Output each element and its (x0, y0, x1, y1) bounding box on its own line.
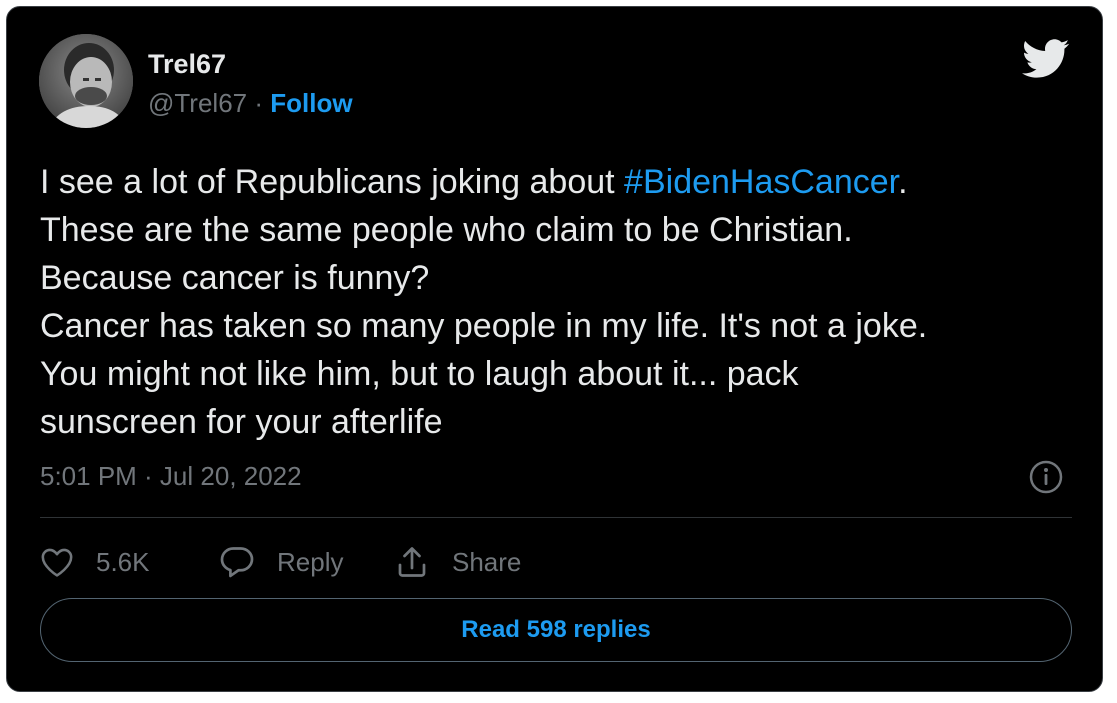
author-handle[interactable]: @Trel67 (148, 88, 247, 118)
tweet-line-1: I see a lot of Republicans joking about … (40, 158, 1090, 206)
info-icon[interactable] (1028, 459, 1064, 495)
tweet-card: Trel67 @Trel67 · Follow I see a lot of R… (6, 6, 1103, 692)
tweet-timestamp[interactable]: 5:01 PM · Jul 20, 2022 (40, 461, 302, 492)
share-label: Share (452, 546, 522, 577)
tweet-text-segment: . (898, 163, 908, 201)
tweet-line-3: Because cancer is funny? (40, 259, 430, 297)
tweet-text: I see a lot of Republicans joking about … (40, 158, 1090, 446)
like-button[interactable]: 5.6K (40, 540, 150, 584)
tweet-line-4: Cancer has taken so many people in my li… (40, 307, 928, 345)
hashtag-link[interactable]: #BidenHasCancer (624, 163, 898, 201)
read-replies-button[interactable]: Read 598 replies (40, 598, 1072, 662)
author-handle-row: @Trel67 · Follow (148, 88, 353, 119)
handle-separator: · (254, 88, 264, 118)
share-button[interactable]: Share (394, 540, 521, 584)
author-name[interactable]: Trel67 (148, 49, 226, 80)
tweet-text-segment: I see a lot of Republicans joking about (40, 163, 625, 201)
heart-icon (40, 546, 74, 578)
reply-button[interactable]: Reply (219, 540, 343, 584)
tweet-line-2: These are the same people who claim to b… (40, 211, 853, 249)
twitter-bird-icon[interactable] (1022, 39, 1070, 79)
divider (40, 517, 1072, 518)
share-icon (394, 544, 430, 580)
like-count: 5.6K (96, 546, 150, 577)
follow-button[interactable]: Follow (270, 88, 352, 118)
tweet-line-6: sunscreen for your afterlife (40, 403, 443, 441)
avatar[interactable] (39, 34, 133, 128)
tweet-line-5: You might not like him, but to laugh abo… (40, 355, 799, 393)
reply-bubble-icon (219, 545, 255, 579)
reply-label: Reply (277, 546, 344, 577)
